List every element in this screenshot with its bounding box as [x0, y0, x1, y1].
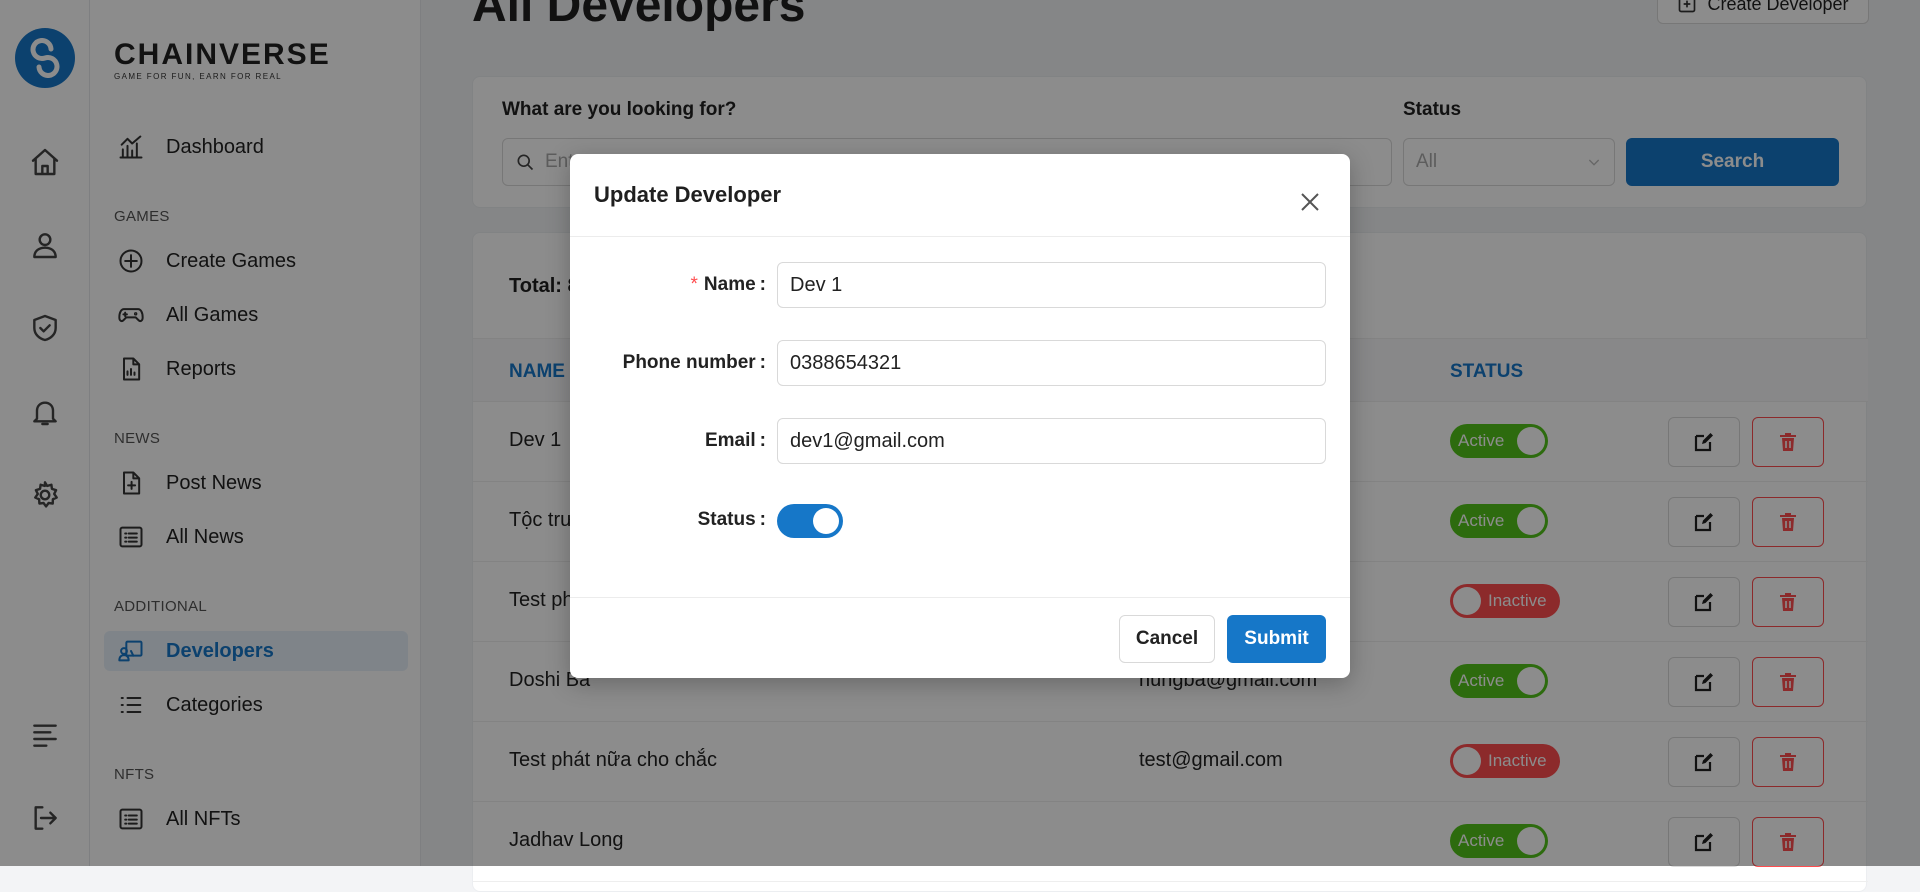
modal-footer-divider — [570, 597, 1350, 598]
close-button[interactable] — [1292, 184, 1328, 220]
submit-button[interactable]: Submit — [1227, 615, 1326, 663]
name-label: * Name: — [690, 274, 766, 295]
phone-label-text: Phone number — [622, 352, 756, 373]
phone-field[interactable]: 0388654321 — [777, 340, 1326, 386]
status-label-text: Status — [697, 509, 756, 530]
toggle-knob — [813, 508, 839, 534]
email-label: Email: — [704, 430, 766, 451]
update-developer-modal: Update Developer * Name: Dev 1 Phone numb… — [570, 154, 1350, 678]
cancel-button[interactable]: Cancel — [1119, 615, 1215, 663]
email-field[interactable]: dev1@gmail.com — [777, 418, 1326, 464]
modal-header-divider — [570, 236, 1350, 237]
status-label: Status: — [697, 509, 766, 530]
modal-title: Update Developer — [594, 182, 782, 207]
close-icon — [1301, 193, 1319, 211]
phone-label: Phone number: — [622, 352, 766, 373]
status-toggle[interactable] — [777, 504, 843, 538]
required-mark: * — [690, 274, 698, 295]
name-label-text: Name — [703, 274, 756, 295]
name-field[interactable]: Dev 1 — [777, 262, 1326, 308]
email-label-text: Email — [704, 430, 756, 451]
